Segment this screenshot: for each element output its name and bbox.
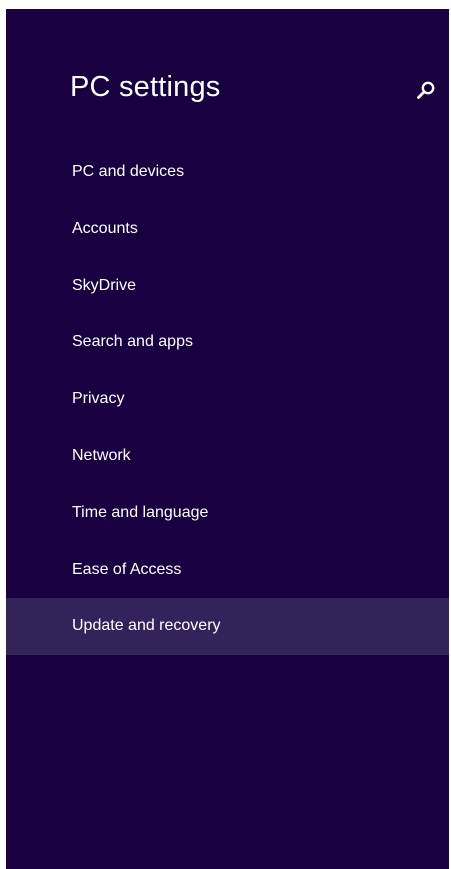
nav-item-update-and-recovery[interactable]: Update and recovery xyxy=(6,598,449,656)
search-button[interactable] xyxy=(414,79,438,103)
nav-item-network[interactable]: Network xyxy=(6,428,449,485)
page-title: PC settings xyxy=(70,71,221,103)
nav-item-privacy[interactable]: Privacy xyxy=(6,371,449,428)
nav-item-time-and-language[interactable]: Time and language xyxy=(6,485,449,542)
settings-pane: PC settings PC and devices Accounts SkyD… xyxy=(6,9,449,869)
nav-item-accounts[interactable]: Accounts xyxy=(6,201,449,258)
nav-item-skydrive[interactable]: SkyDrive xyxy=(6,258,449,315)
search-icon xyxy=(417,81,435,99)
nav-item-search-and-apps[interactable]: Search and apps xyxy=(6,314,449,371)
nav-item-pc-and-devices[interactable]: PC and devices xyxy=(6,144,449,201)
nav-item-ease-of-access[interactable]: Ease of Access xyxy=(6,542,449,599)
settings-nav: PC and devices Accounts SkyDrive Search … xyxy=(6,144,449,656)
